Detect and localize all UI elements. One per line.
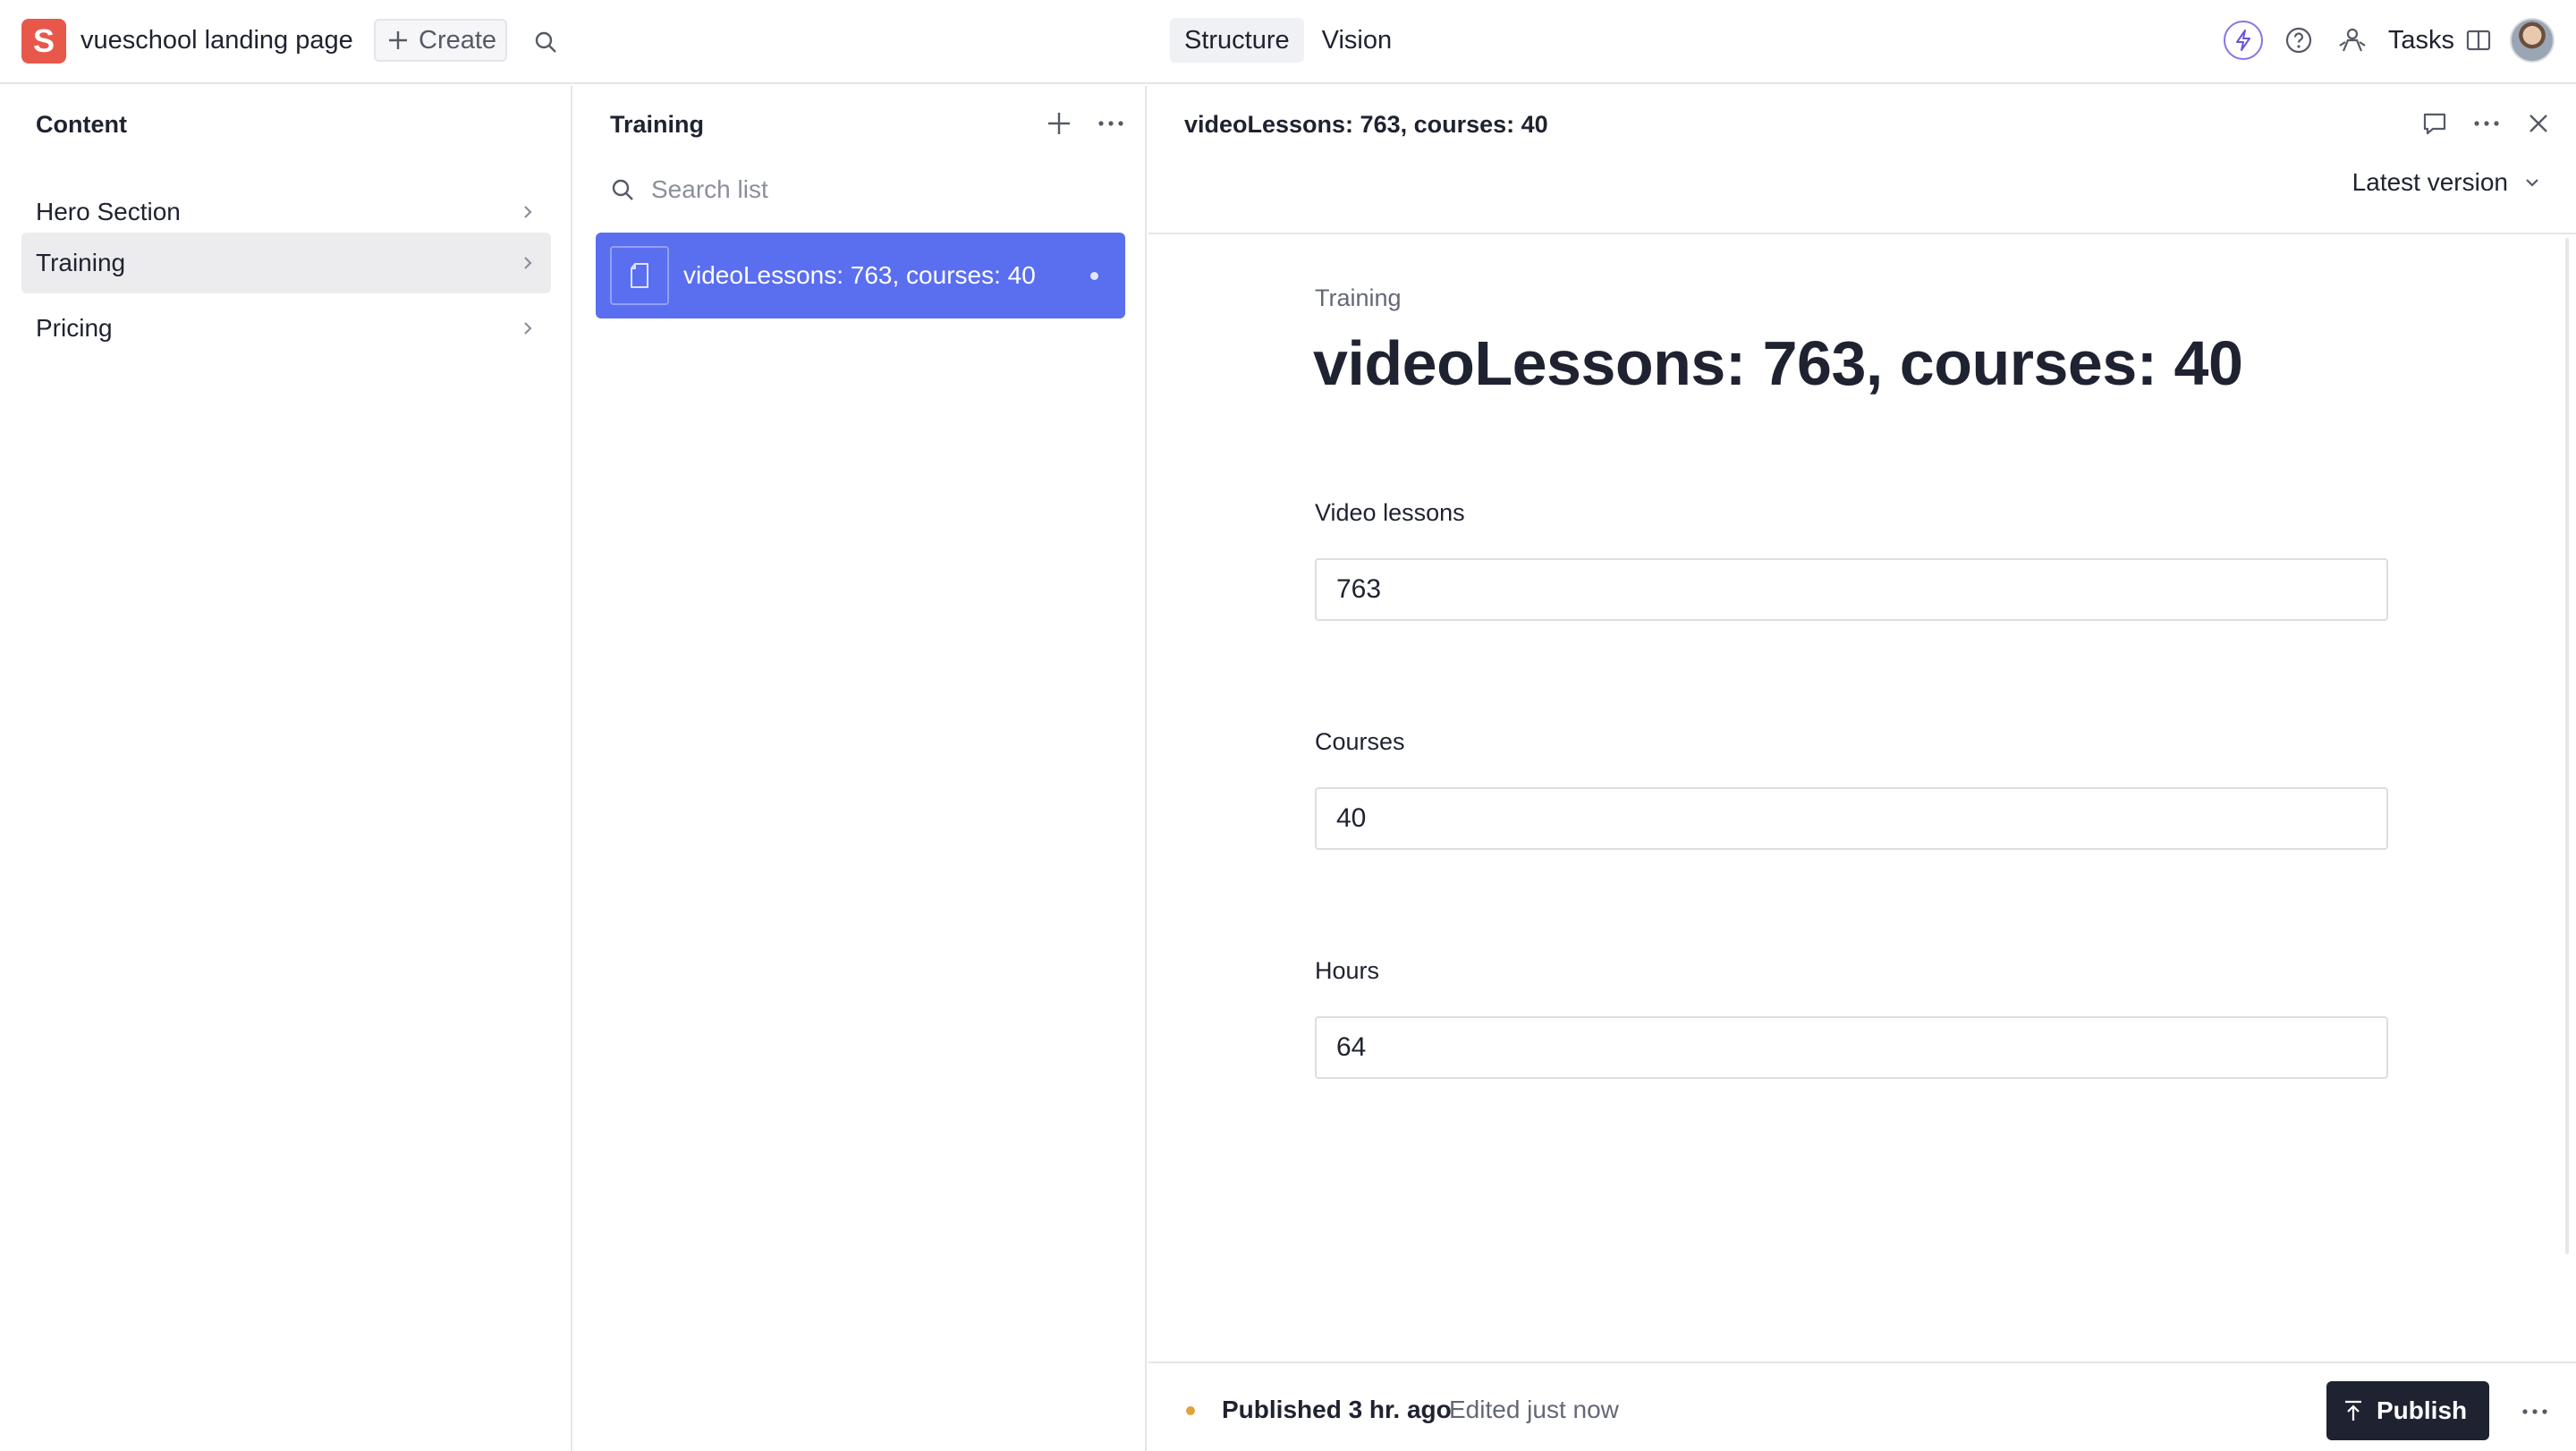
panel-icon (2465, 28, 2492, 53)
community-icon[interactable] (2334, 22, 2370, 58)
list-item[interactable]: videoLessons: 763, courses: 40 (596, 233, 1125, 318)
content-item-label: Training (36, 249, 126, 276)
publish-icon (2343, 1399, 2364, 1422)
chevron-right-icon (521, 252, 535, 274)
publish-label: Publish (2377, 1396, 2468, 1424)
chevron-right-icon (521, 201, 535, 223)
content-item-label: Pricing (36, 314, 113, 342)
list-pane: Training videoLessons: 763, courses: 40 (574, 86, 1147, 1451)
document-footer: Published 3 hr. ago Edited just now Publ… (1148, 1362, 2576, 1451)
content-item-pricing[interactable]: Pricing (21, 299, 551, 358)
create-label: Create (419, 25, 497, 55)
document-divider (1148, 233, 2576, 234)
help-icon[interactable] (2281, 22, 2317, 58)
tab-vision[interactable]: Vision (1308, 18, 1406, 63)
list-item-label: videoLessons: 763, courses: 40 (683, 261, 1036, 289)
add-document-icon[interactable] (1039, 104, 1079, 143)
document-icon (610, 246, 669, 305)
tasks-label: Tasks (2387, 25, 2454, 55)
field-label-courses: Courses (1315, 728, 1405, 755)
more-options-icon[interactable] (1091, 104, 1131, 143)
published-status: Published 3 hr. ago (1222, 1396, 1452, 1423)
create-button[interactable]: Create (374, 19, 507, 62)
content-item-training[interactable]: Training (21, 233, 551, 293)
document-scrollbar[interactable] (2565, 238, 2569, 1254)
tasks-button[interactable]: Tasks (2388, 26, 2492, 55)
document-type-label: Training (1315, 284, 1402, 311)
more-actions-icon[interactable] (2515, 1392, 2555, 1431)
list-pane-title: Training (610, 111, 705, 138)
status-dot (1186, 1406, 1195, 1415)
plus-icon (386, 29, 410, 52)
courses-field[interactable] (1315, 787, 2388, 850)
studio-logo[interactable]: S (21, 19, 66, 64)
top-right-actions: Tasks (2223, 18, 2555, 63)
search-icon[interactable] (528, 24, 564, 60)
comment-icon[interactable] (2415, 104, 2454, 143)
publish-button[interactable]: Publish (2326, 1381, 2489, 1440)
tab-structure[interactable]: Structure (1170, 18, 1304, 63)
chevron-right-icon (521, 318, 535, 339)
version-select[interactable]: Latest version (2352, 168, 2542, 197)
hours-field[interactable] (1315, 1016, 2388, 1079)
unpublished-changes-dot (1090, 272, 1098, 280)
search-list (601, 168, 1120, 211)
more-options-icon[interactable] (2467, 104, 2506, 143)
content-item-label: Hero Section (36, 198, 181, 225)
field-label-video-lessons: Video lessons (1315, 499, 1465, 526)
project-title: vueschool landing page (80, 26, 353, 55)
bolt-icon[interactable] (2223, 21, 2263, 60)
search-icon (610, 177, 635, 202)
user-avatar[interactable] (2510, 18, 2555, 63)
video-lessons-field[interactable] (1315, 558, 2388, 621)
list-actions (1039, 104, 1131, 143)
search-list-input[interactable] (651, 175, 1080, 204)
document-pane: videoLessons: 763, courses: 40 Latest ve… (1148, 86, 2576, 1451)
field-label-hours: Hours (1315, 957, 1380, 984)
workspace-tabs: Structure Vision (1170, 18, 1406, 63)
document-header-title: videoLessons: 763, courses: 40 (1184, 111, 1548, 138)
version-label: Latest version (2351, 168, 2508, 196)
content-pane: Content Hero Section Training Pricing (0, 86, 572, 1451)
document-actions (2415, 104, 2558, 143)
document-title: videoLessons: 763, courses: 40 (1313, 328, 2243, 398)
close-icon[interactable] (2519, 104, 2558, 143)
top-bar: S vueschool landing page Create Structur… (0, 0, 2576, 84)
chevron-down-icon (2522, 175, 2542, 190)
content-pane-title: Content (36, 111, 127, 138)
edited-status: Edited just now (1449, 1396, 1619, 1423)
